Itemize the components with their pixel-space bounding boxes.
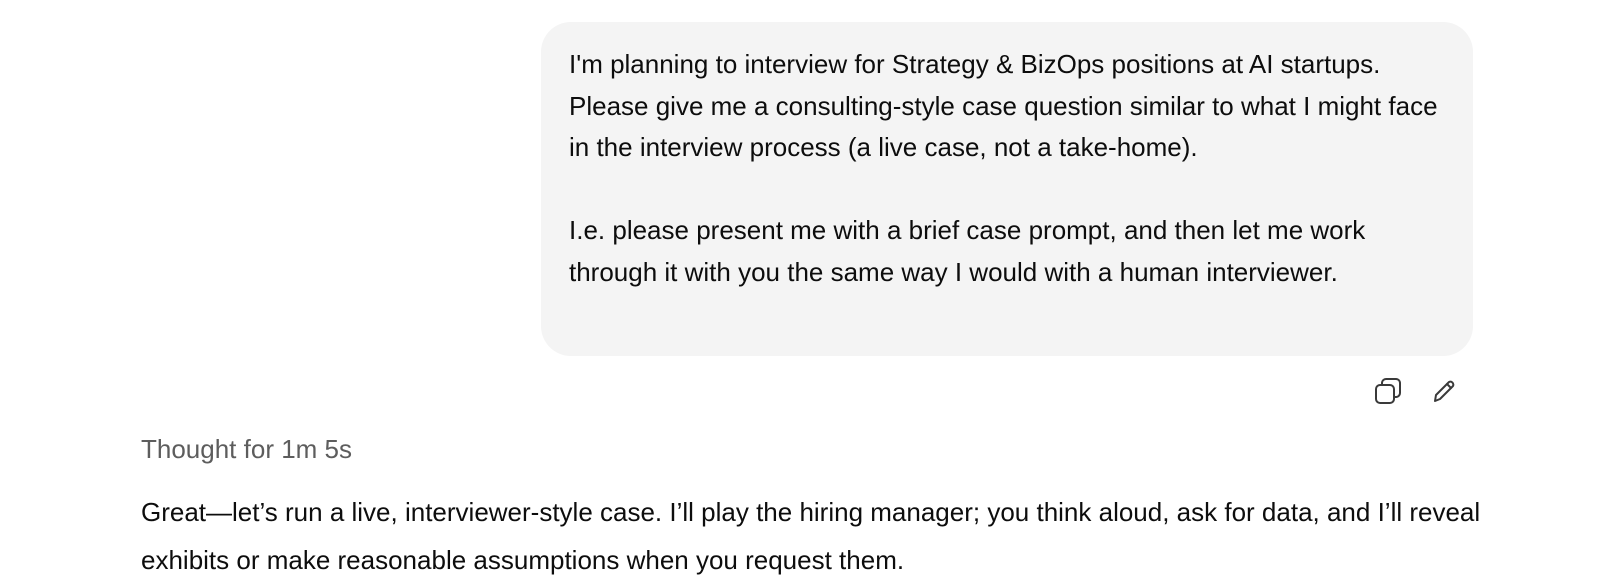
chat-thread: I'm planning to interview for Strategy &… (0, 0, 1600, 584)
pencil-icon (1434, 380, 1455, 402)
message-actions (1370, 374, 1462, 408)
user-message-bubble: I'm planning to interview for Strategy &… (541, 22, 1473, 356)
user-message-paragraph: I'm planning to interview for Strategy &… (569, 49, 1438, 162)
copy-button[interactable] (1370, 374, 1406, 408)
assistant-message-text: Great—let’s run a live, interviewer-styl… (141, 497, 1481, 575)
edit-button[interactable] (1426, 374, 1462, 408)
thought-duration-toggle[interactable]: Thought for 1m 5s (141, 434, 352, 465)
copy-icon (1375, 378, 1401, 404)
user-message-paragraph: I.e. please present me with a brief case… (569, 215, 1366, 287)
